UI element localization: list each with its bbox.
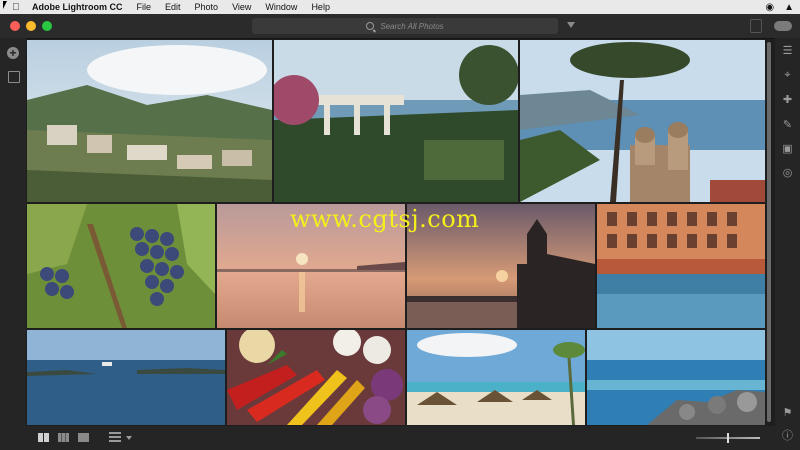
- mouse-cursor-icon: [3, 1, 7, 9]
- photo-thumbnail[interactable]: [227, 330, 405, 425]
- add-photos-icon[interactable]: +: [7, 47, 19, 59]
- creative-cloud-icon[interactable]: ◉: [765, 2, 774, 13]
- photo-thumbnail[interactable]: [27, 204, 215, 328]
- photo-thumbnail[interactable]: [587, 330, 765, 425]
- mac-menubar:  Adobe Lightroom CC File Edit Photo Vie…: [0, 0, 800, 14]
- slider-thumb[interactable]: [727, 433, 729, 443]
- menu-photo[interactable]: Photo: [195, 0, 219, 14]
- photo-thumbnail[interactable]: [27, 40, 272, 202]
- right-panel-toolbar: ☰ ⌖ ✚ ✎ ▣ ◎ ⚑ ⓘ: [775, 38, 800, 450]
- app-menu[interactable]: Adobe Lightroom CC: [32, 2, 123, 12]
- info-icon[interactable]: ⓘ: [782, 431, 793, 442]
- photo-grid-icon[interactable]: [58, 433, 69, 442]
- detail-view-icon[interactable]: [78, 433, 89, 442]
- menu-file[interactable]: File: [137, 0, 152, 14]
- wifi-icon[interactable]: ▲: [784, 2, 794, 13]
- photo-thumbnail[interactable]: [597, 204, 765, 328]
- menu-view[interactable]: View: [232, 0, 251, 14]
- photo-thumbnail[interactable]: [520, 40, 765, 202]
- photo-thumbnail[interactable]: [274, 40, 518, 202]
- chevron-down-icon[interactable]: [126, 436, 132, 440]
- menu-help[interactable]: Help: [311, 0, 330, 14]
- window-controls: [10, 21, 52, 31]
- grid-scrollbar[interactable]: [765, 40, 773, 425]
- titlebar-right: [750, 19, 792, 33]
- search-placeholder: Search All Photos: [380, 21, 444, 31]
- photo-thumbnail[interactable]: [27, 330, 225, 425]
- menu-edit[interactable]: Edit: [165, 0, 181, 14]
- scrollbar-thumb[interactable]: [767, 42, 771, 422]
- filter-icon[interactable]: [567, 22, 575, 28]
- zoom-window-button[interactable]: [42, 21, 52, 31]
- share-icon[interactable]: [750, 19, 762, 33]
- linear-gradient-icon[interactable]: ▣: [782, 144, 793, 155]
- library-icon[interactable]: [8, 71, 20, 83]
- search-icon: [366, 22, 375, 30]
- menu-window[interactable]: Window: [265, 0, 297, 14]
- photo-thumbnail[interactable]: [407, 330, 585, 425]
- brush-icon[interactable]: ✎: [782, 120, 793, 131]
- sort-icon[interactable]: [109, 432, 121, 442]
- apple-menu-icon[interactable]: : [12, 2, 24, 13]
- window-titlebar: Search All Photos: [0, 14, 800, 39]
- bottom-toolbar: [26, 426, 775, 450]
- cloud-sync-icon[interactable]: [774, 21, 792, 31]
- square-grid-icon[interactable]: [38, 433, 49, 442]
- left-panel-toolbar: +: [0, 38, 26, 450]
- close-window-button[interactable]: [10, 21, 20, 31]
- healing-icon[interactable]: ✚: [782, 95, 793, 106]
- minimize-window-button[interactable]: [26, 21, 36, 31]
- edit-sliders-icon[interactable]: ☰: [782, 46, 793, 57]
- keywords-icon[interactable]: ⚑: [782, 408, 793, 419]
- radial-gradient-icon[interactable]: ◎: [782, 168, 793, 179]
- menubar-status: ◉ ▲: [765, 0, 794, 14]
- search-field[interactable]: Search All Photos: [252, 18, 558, 34]
- watermark-text: www.cgtsj.com: [290, 205, 480, 233]
- crop-icon[interactable]: ⌖: [782, 70, 793, 81]
